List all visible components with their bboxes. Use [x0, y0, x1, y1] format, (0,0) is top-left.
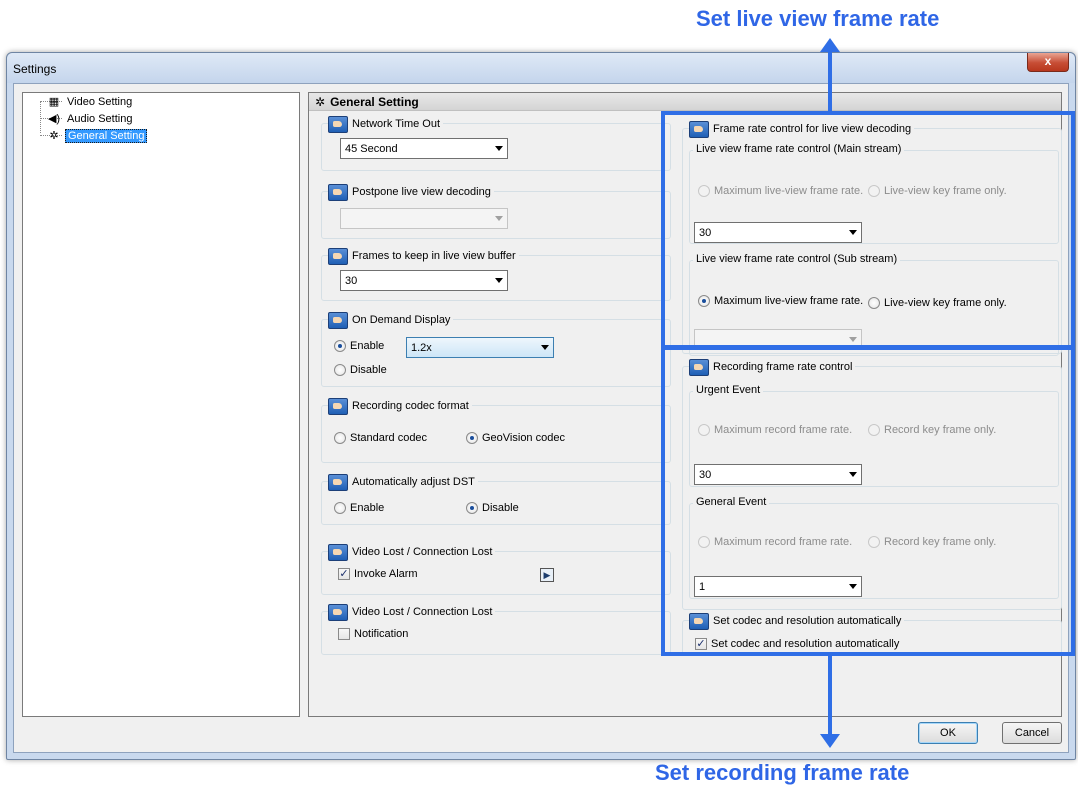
hand-pointer-icon [328, 311, 348, 329]
video-lost-alarm-group: Video Lost / Connection Lost ✓ Invoke Ala… [321, 542, 671, 595]
arrow-up-icon [820, 38, 840, 52]
postpone-group: Postpone live view decoding [321, 182, 671, 239]
window-title: Settings [13, 62, 57, 76]
radio-label: Disable [350, 364, 387, 376]
checkmark-icon: ✓ [338, 568, 350, 580]
select-value: 45 Second [345, 142, 398, 155]
tree-connector [40, 101, 41, 133]
dst-disable-radio[interactable]: Disable [466, 502, 519, 514]
radio-indicator [334, 432, 346, 444]
group-title: On Demand Display [352, 314, 451, 326]
on-demand-enable-radio[interactable]: Enable [334, 340, 384, 352]
tree-item-video-setting[interactable]: ▦ Video Setting [47, 94, 134, 110]
notification-checkbox[interactable]: Notification [338, 628, 408, 640]
play-icon[interactable]: ▶ [540, 568, 554, 582]
radio-label: Disable [482, 502, 519, 514]
panel-header: ✲ General Setting [309, 93, 1061, 111]
dst-group: Automatically adjust DST Enable Disable [321, 472, 671, 525]
geovision-codec-radio[interactable]: GeoVision codec [466, 432, 565, 444]
radio-label: GeoVision codec [482, 432, 565, 444]
on-demand-ratio-select[interactable]: 1.2x [406, 337, 554, 358]
hand-pointer-icon [328, 473, 348, 491]
group-title: Recording codec format [352, 400, 469, 412]
group-title: Video Lost / Connection Lost [352, 606, 493, 618]
on-demand-group: On Demand Display Enable 1.2x Disable [321, 310, 671, 387]
recording-highlight-box [661, 346, 1075, 656]
cancel-button[interactable]: Cancel [1002, 722, 1062, 744]
select-value: 1.2x [411, 341, 432, 354]
group-title: Video Lost / Connection Lost [352, 546, 493, 558]
radio-indicator [334, 340, 346, 352]
hand-pointer-icon [328, 247, 348, 265]
gear-icon: ✲ [49, 130, 59, 142]
chevron-down-icon [541, 345, 549, 350]
close-button[interactable]: x [1027, 53, 1069, 72]
tree-item-label: Audio Setting [67, 113, 133, 125]
on-demand-disable-radio[interactable]: Disable [334, 364, 387, 376]
gear-icon: ✲ [315, 94, 326, 109]
hand-pointer-icon [328, 603, 348, 621]
arrow-down-line [828, 655, 832, 735]
recording-callout: Set recording frame rate [655, 760, 910, 785]
select-value: 30 [345, 274, 358, 287]
panel-title: General Setting [330, 94, 419, 109]
radio-indicator [334, 364, 346, 376]
video-lost-notification-group: Video Lost / Connection Lost Notificatio… [321, 602, 671, 655]
tree-item-label: Video Setting [67, 96, 133, 108]
hand-pointer-icon [328, 397, 348, 415]
hand-pointer-icon [328, 115, 348, 133]
dst-enable-radio[interactable]: Enable [334, 502, 384, 514]
invoke-alarm-checkbox[interactable]: ✓ Invoke Alarm [338, 568, 418, 580]
chevron-down-icon [495, 216, 503, 221]
group-title: Network Time Out [352, 118, 441, 130]
live-view-callout: Set live view frame rate [696, 6, 940, 31]
group-title: Postpone live view decoding [352, 186, 491, 198]
hand-pointer-icon [328, 183, 348, 201]
arrow-up-line [828, 50, 832, 112]
checkbox-label: Notification [354, 628, 409, 640]
frames-buffer-group: Frames to keep in live view buffer 30 [321, 246, 671, 301]
chevron-down-icon [495, 146, 503, 151]
settings-tree: ▦ Video Setting ◀) Audio Setting ✲ Gener… [22, 92, 300, 717]
postpone-select[interactable] [340, 208, 508, 229]
film-icon: ▦ [48, 96, 60, 108]
arrow-down-icon [820, 734, 840, 748]
live-view-highlight-box [661, 111, 1075, 349]
network-timeout-group: Network Time Out 45 Second [321, 114, 671, 171]
codec-group: Recording codec format Standard codec Ge… [321, 396, 671, 463]
radio-label: Standard codec [350, 432, 428, 444]
chevron-down-icon [495, 278, 503, 283]
checkbox-box [338, 628, 350, 640]
tree-item-label: General Setting [65, 129, 148, 143]
radio-label: Enable [350, 340, 385, 352]
title-bar: Settings x [7, 53, 1075, 83]
tree-item-general-setting[interactable]: ✲ General Setting [47, 128, 148, 144]
radio-indicator [466, 432, 478, 444]
network-timeout-select[interactable]: 45 Second [340, 138, 508, 159]
radio-indicator [334, 502, 346, 514]
ok-button[interactable]: OK [918, 722, 978, 744]
frames-buffer-select[interactable]: 30 [340, 270, 508, 291]
group-title: Frames to keep in live view buffer [352, 250, 516, 262]
tree-item-audio-setting[interactable]: ◀) Audio Setting [47, 111, 134, 127]
hand-pointer-icon [328, 543, 348, 561]
speaker-icon: ◀) [47, 113, 61, 125]
radio-indicator [466, 502, 478, 514]
radio-label: Enable [350, 502, 385, 514]
standard-codec-radio[interactable]: Standard codec [334, 432, 427, 444]
checkbox-label: Invoke Alarm [354, 568, 418, 580]
group-title: Automatically adjust DST [352, 476, 475, 488]
